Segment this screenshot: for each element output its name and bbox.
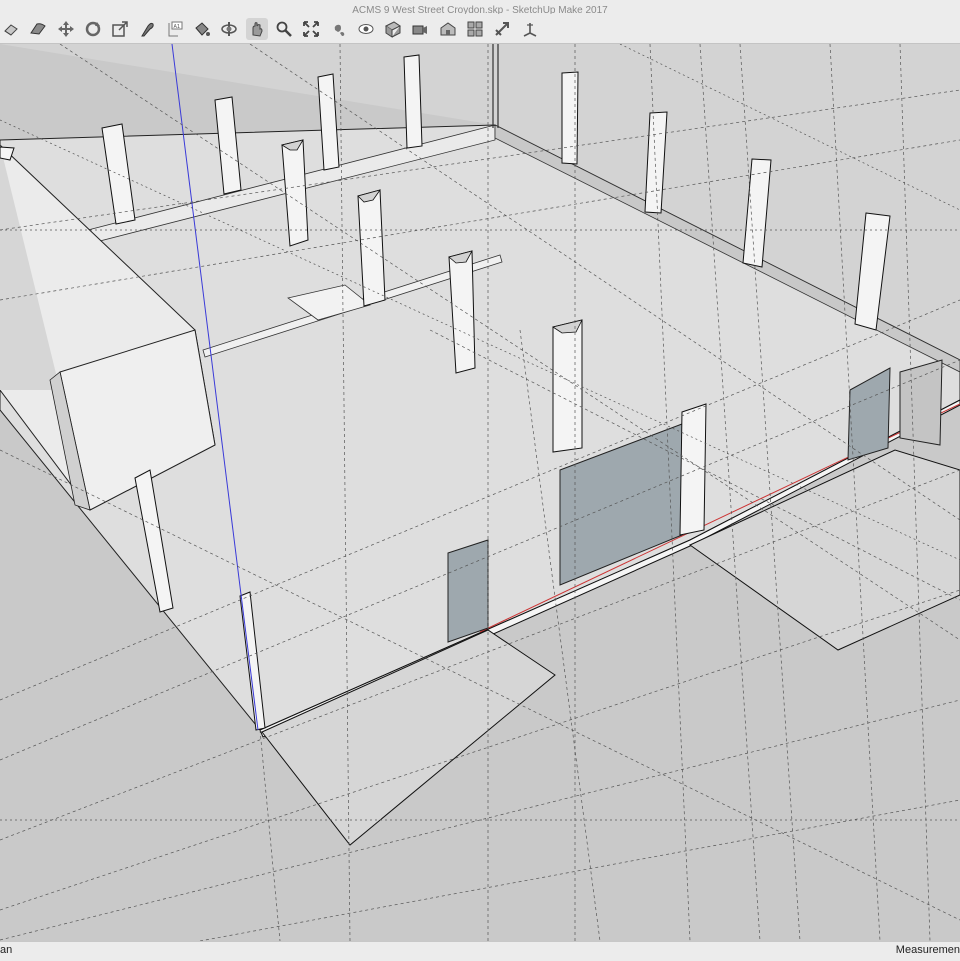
extension-tool-button[interactable] xyxy=(491,18,513,40)
tape-measure-tool-button[interactable] xyxy=(136,18,158,40)
title-bar: ACMS 9 West Street Croydon.skp - SketchU… xyxy=(0,0,960,16)
axes-icon xyxy=(523,22,536,37)
paint-bucket-tool-button[interactable] xyxy=(191,18,213,40)
rotate-tool-button[interactable] xyxy=(82,18,104,40)
rotate-icon xyxy=(85,21,101,36)
warehouse-icon xyxy=(440,21,456,35)
select-tool-button[interactable] xyxy=(0,18,22,40)
components-icon xyxy=(467,21,483,36)
move-icon xyxy=(57,20,74,37)
section-plane-tool-button[interactable] xyxy=(382,18,404,40)
warehouse-tool-button[interactable] xyxy=(437,18,459,40)
axes-tool-button[interactable] xyxy=(519,18,541,40)
dimension-tool-button[interactable]: A1 xyxy=(164,18,186,40)
components-tool-button[interactable] xyxy=(464,18,486,40)
dimension-icon: A1 xyxy=(168,21,183,36)
orbit-tool-button[interactable] xyxy=(218,18,240,40)
position-camera-icon xyxy=(412,25,428,34)
orbit-icon xyxy=(221,21,238,36)
model-viewport[interactable] xyxy=(0,44,960,941)
main-toolbar: A1 xyxy=(0,14,960,44)
move-tool-button[interactable] xyxy=(55,18,77,40)
zoom-extents-tool-button[interactable] xyxy=(300,18,322,40)
status-bar: an Measuremen xyxy=(0,941,960,961)
extension-icon xyxy=(495,21,510,36)
zoom-icon xyxy=(276,21,292,37)
eraser-icon xyxy=(30,22,46,35)
paint-bucket-icon xyxy=(195,21,211,36)
position-camera-tool-button[interactable] xyxy=(409,18,431,40)
pan-icon xyxy=(252,21,263,37)
scene-svg[interactable] xyxy=(0,44,960,941)
walk-icon xyxy=(334,24,344,36)
eraser-tool-button[interactable] xyxy=(27,18,49,40)
tape-measure-icon xyxy=(141,22,155,36)
scale-icon xyxy=(112,20,128,37)
status-hint: an xyxy=(0,944,13,956)
measurements-label: Measuremen xyxy=(895,944,960,956)
scale-tool-button[interactable] xyxy=(109,18,131,40)
pan-tool-button[interactable] xyxy=(245,17,268,40)
zoom-extents-icon xyxy=(303,20,320,37)
look-around-tool-button[interactable] xyxy=(355,18,377,40)
walk-tool-button[interactable] xyxy=(328,18,350,40)
select-icon xyxy=(4,23,18,36)
zoom-tool-button[interactable] xyxy=(273,18,295,40)
section-plane-icon xyxy=(385,20,402,38)
look-around-icon xyxy=(358,23,374,34)
svg-text:A1: A1 xyxy=(173,24,180,30)
